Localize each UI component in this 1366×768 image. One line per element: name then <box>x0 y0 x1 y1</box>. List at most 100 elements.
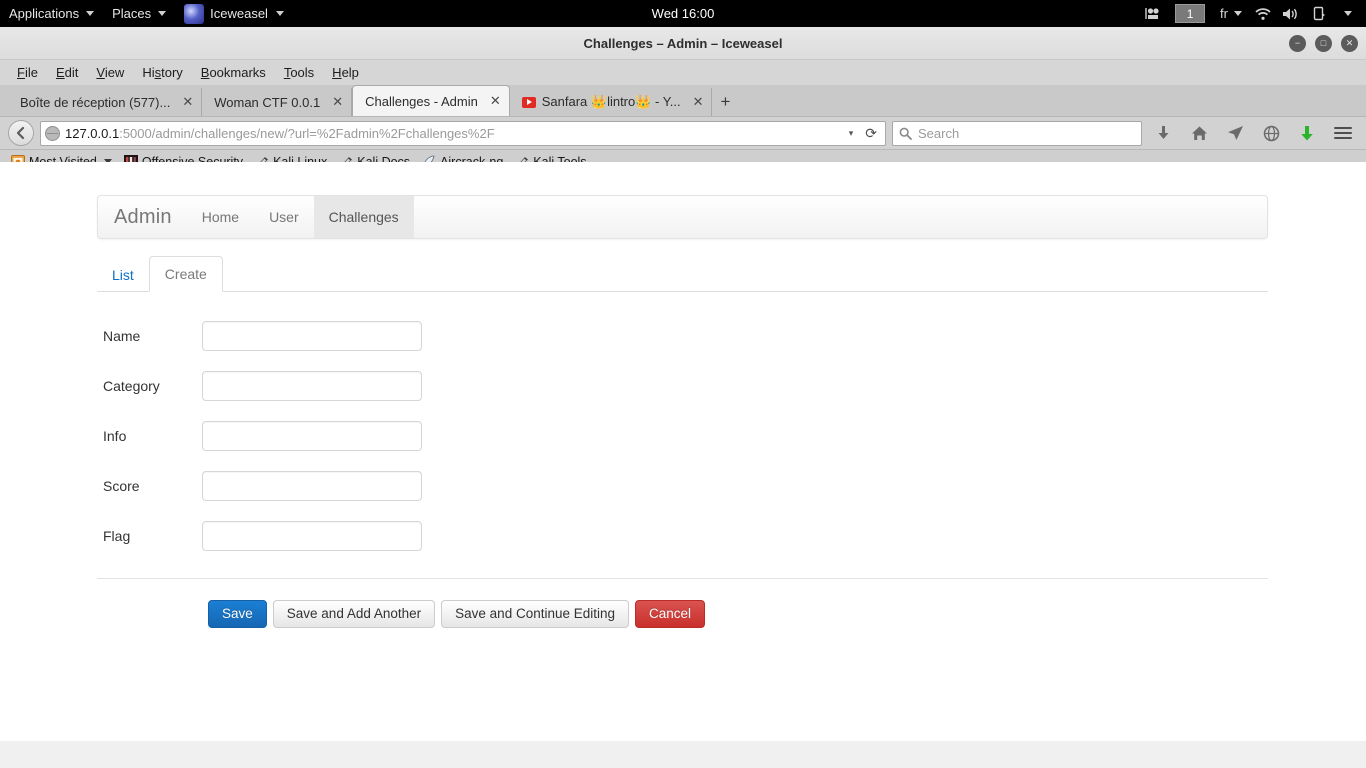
system-menu-chevron-icon[interactable] <box>1334 0 1360 27</box>
admin-tab-label: Create <box>164 266 207 282</box>
admin-nav-user[interactable]: User <box>254 196 314 238</box>
admin-tab-create[interactable]: Create <box>148 256 223 292</box>
cancel-button[interactable]: Cancel <box>635 600 706 628</box>
form-row-info: Info <box>97 411 1268 461</box>
youtube-favicon-icon <box>521 96 536 108</box>
browser-tab-label: Sanfara 👑lintro👑 - Y... <box>541 94 681 109</box>
globe-nav-icon[interactable] <box>1256 119 1286 147</box>
url-text: 127.0.0.1:5000/admin/challenges/new/?url… <box>65 126 841 141</box>
chevron-down-icon <box>275 11 284 16</box>
chevron-down-icon <box>86 11 95 16</box>
tab-close-icon[interactable]: ✕ <box>176 94 193 110</box>
iceweasel-icon <box>184 3 205 24</box>
panel-tray: 1 fr <box>1140 0 1366 27</box>
battery-icon[interactable] <box>1306 0 1332 27</box>
browser-tab-1[interactable]: Woman CTF 0.0.1 ✕ <box>202 88 353 116</box>
save-and-continue-editing-button[interactable]: Save and Continue Editing <box>441 600 630 628</box>
tab-close-icon[interactable]: ✕ <box>484 93 501 109</box>
iceweasel-window-menu[interactable]: Iceweasel <box>175 0 293 27</box>
url-host: 127.0.0.1 <box>65 125 120 141</box>
form-label-category: Category <box>103 378 160 394</box>
tab-close-icon[interactable]: ✕ <box>326 94 343 110</box>
minimize-icon[interactable]: − <box>1289 35 1306 52</box>
menu-history[interactable]: History <box>133 60 191 85</box>
admin-nav-challenges[interactable]: Challenges <box>313 196 414 238</box>
applications-menu[interactable]: Applications <box>0 0 103 27</box>
form-row-category: Category <box>97 361 1268 411</box>
download-arrow-icon[interactable] <box>1292 119 1322 147</box>
admin-nav-list: Home User Challenges <box>187 196 414 238</box>
admin-nav-home[interactable]: Home <box>187 196 254 238</box>
window-title: Challenges – Admin – Iceweasel <box>583 36 783 51</box>
screencast-icon[interactable] <box>1140 0 1166 27</box>
browser-tab-label: Boîte de réception (577)... <box>20 94 171 110</box>
send-tab-icon[interactable] <box>1220 119 1250 147</box>
form-input-category[interactable] <box>202 371 422 401</box>
url-path: :5000/admin/challenges/new/?url=%2Fadmin… <box>119 125 495 141</box>
form-label-flag: Flag <box>103 528 131 544</box>
menu-help[interactable]: Help <box>323 60 368 85</box>
volume-icon[interactable] <box>1278 0 1304 27</box>
admin-tab-list[interactable]: List <box>97 258 149 292</box>
wifi-icon[interactable] <box>1250 0 1276 27</box>
form-input-info[interactable] <box>202 421 422 451</box>
search-bar[interactable]: Search <box>892 120 1142 146</box>
window-titlebar: Challenges – Admin – Iceweasel − □ ✕ <box>0 27 1366 60</box>
menu-edit[interactable]: Edit <box>47 60 87 85</box>
places-menu[interactable]: Places <box>103 0 175 27</box>
form-actions: Save Save and Add Another Save and Continu… <box>97 600 1268 628</box>
tab-close-icon[interactable]: ✕ <box>687 94 704 110</box>
admin-container: Admin Home User Challenges List Create Name… <box>97 195 1268 628</box>
form-input-name[interactable] <box>202 321 422 351</box>
chevron-down-icon <box>1234 11 1242 16</box>
iceweasel-window-label: Iceweasel <box>210 6 268 21</box>
desktop-top-panel: Applications Places Iceweasel Wed 16:00 … <box>0 0 1366 27</box>
chevron-down-icon <box>1344 11 1352 16</box>
admin-brand[interactable]: Admin <box>98 196 187 238</box>
url-bar[interactable]: 127.0.0.1:5000/admin/challenges/new/?url… <box>40 120 886 146</box>
menu-tools[interactable]: Tools <box>275 60 323 85</box>
save-button[interactable]: Save <box>208 600 267 628</box>
keyboard-layout-indicator[interactable]: fr <box>1214 6 1248 21</box>
menu-view[interactable]: View <box>87 60 133 85</box>
site-identity-globe-icon[interactable] <box>45 125 60 141</box>
form-row-score: Score <box>97 461 1268 511</box>
form-label-score: Score <box>103 478 140 494</box>
window-controls: − □ ✕ <box>1289 27 1358 60</box>
form-row-name: Name <box>97 311 1268 361</box>
form-input-flag[interactable] <box>202 521 422 551</box>
chevron-down-icon <box>158 11 167 16</box>
chevron-down-icon[interactable]: ▾ <box>846 128 857 139</box>
browser-tabstrip: Boîte de réception (577)... ✕ Woman CTF 0.… <box>0 85 1366 117</box>
browser-tab-0[interactable]: Boîte de réception (577)... ✕ <box>8 88 203 116</box>
menu-file[interactable]: File <box>8 60 47 85</box>
browser-tab-2[interactable]: Challenges - Admin ✕ <box>352 85 510 116</box>
create-challenge-form: Name Category Info Score Flag <box>97 311 1268 561</box>
menu-bookmarks[interactable]: Bookmarks <box>192 60 275 85</box>
browser-tab-3[interactable]: Sanfara 👑lintro👑 - Y... ✕ <box>509 88 713 116</box>
form-label-name: Name <box>103 328 141 344</box>
form-row-flag: Flag <box>97 511 1268 561</box>
search-icon <box>899 127 912 140</box>
admin-page-tabs: List Create <box>97 256 1268 292</box>
places-menu-label: Places <box>112 6 152 21</box>
admin-nav-label: User <box>269 209 299 225</box>
hamburger-menu-icon[interactable] <box>1328 119 1358 147</box>
downloads-icon[interactable] <box>1148 119 1178 147</box>
admin-tab-label: List <box>112 267 134 283</box>
save-and-add-another-button[interactable]: Save and Add Another <box>272 600 436 628</box>
form-separator <box>97 578 1268 579</box>
new-tab-button[interactable]: + <box>712 88 738 116</box>
browser-tab-label: Woman CTF 0.0.1 <box>214 94 321 110</box>
back-button[interactable] <box>8 120 34 146</box>
close-icon[interactable]: ✕ <box>1341 35 1358 52</box>
search-placeholder: Search <box>918 125 960 141</box>
workspace-indicator[interactable]: 1 <box>1175 4 1206 23</box>
home-icon[interactable] <box>1184 119 1214 147</box>
browser-tab-label: Challenges - Admin <box>365 93 478 109</box>
reload-icon[interactable]: ⟳ <box>861 125 881 142</box>
admin-nav-label: Home <box>201 209 240 225</box>
form-input-score[interactable] <box>202 471 422 501</box>
maximize-icon[interactable]: □ <box>1315 35 1332 52</box>
browser-menubar: File Edit View History Bookmarks Tools Help <box>0 60 1366 85</box>
